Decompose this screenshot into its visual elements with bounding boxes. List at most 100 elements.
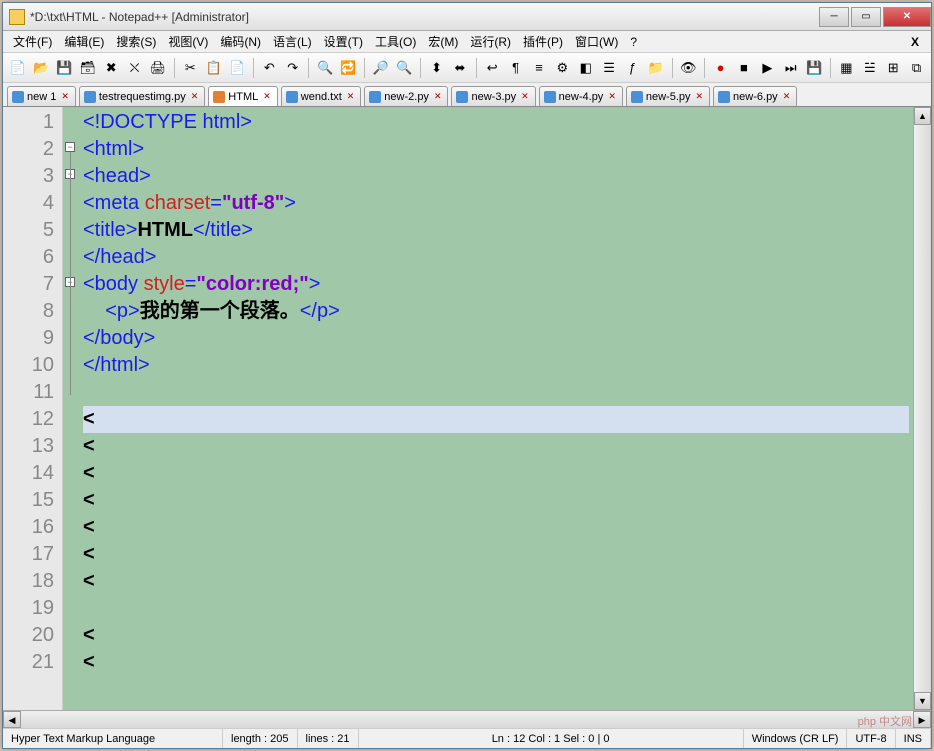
scroll-down-button[interactable]: ▼ — [914, 692, 931, 710]
open-file-button[interactable]: 📂 — [30, 57, 51, 79]
menubar-close-icon[interactable]: X — [903, 35, 927, 49]
code-line[interactable]: <body style="color:red;"> — [83, 271, 909, 298]
vertical-scrollbar[interactable]: ▲ ▼ — [913, 107, 931, 710]
tab-new-6-py[interactable]: new-6.py✕ — [713, 86, 797, 106]
tab-wend-txt[interactable]: wend.txt✕ — [281, 86, 362, 106]
tab-close-icon[interactable]: ✕ — [606, 91, 618, 102]
save-all-button[interactable]: 🗃 — [77, 57, 98, 79]
status-eol[interactable]: Windows (CR LF) — [744, 729, 848, 748]
tab-new-5-py[interactable]: new-5.py✕ — [626, 86, 710, 106]
minimize-button[interactable]: ─ — [819, 7, 849, 27]
tab-new-1[interactable]: new 1✕ — [7, 86, 76, 106]
tab-close-icon[interactable]: ✕ — [432, 91, 444, 102]
code-line[interactable] — [83, 379, 909, 406]
cut-button[interactable]: ✂ — [180, 57, 201, 79]
save-button[interactable]: 💾 — [54, 57, 75, 79]
user-lang-button[interactable]: ⚙ — [552, 57, 573, 79]
tab-close-icon[interactable]: ✕ — [694, 91, 706, 102]
play-button[interactable]: ▶ — [757, 57, 778, 79]
scroll-left-button[interactable]: ◀ — [3, 711, 21, 728]
new-file-button[interactable]: 📄 — [7, 57, 28, 79]
extra3-button[interactable]: ⊞ — [882, 57, 903, 79]
play-multi-button[interactable]: ⏭ — [780, 57, 801, 79]
code-line[interactable]: < — [83, 541, 909, 568]
doc-map-button[interactable]: ◧ — [575, 57, 596, 79]
code-line[interactable]: < — [83, 568, 909, 595]
menu-tools[interactable]: 工具(O) — [369, 31, 422, 52]
tab-close-icon[interactable]: ✕ — [345, 91, 357, 102]
code-content[interactable]: <!DOCTYPE html><html><head><meta charset… — [79, 107, 913, 710]
print-button[interactable]: 🖨 — [147, 57, 168, 79]
code-line[interactable]: </body> — [83, 325, 909, 352]
close-button[interactable]: ✕ — [883, 7, 931, 27]
code-line[interactable]: < — [83, 649, 909, 676]
monitor-button[interactable]: 👁 — [678, 57, 699, 79]
sync-v-button[interactable]: ⬍ — [426, 57, 447, 79]
scroll-up-button[interactable]: ▲ — [914, 107, 931, 125]
copy-button[interactable]: 📋 — [203, 57, 224, 79]
code-line[interactable]: <head> — [83, 163, 909, 190]
paste-button[interactable]: 📄 — [226, 57, 247, 79]
maximize-button[interactable]: ▭ — [851, 7, 881, 27]
show-all-chars-button[interactable]: ¶ — [505, 57, 526, 79]
code-line[interactable]: <!DOCTYPE html> — [83, 109, 909, 136]
menu-help[interactable]: ? — [624, 33, 643, 51]
code-line[interactable]: < — [83, 433, 909, 460]
menu-file[interactable]: 文件(F) — [7, 31, 58, 52]
fold-marker[interactable]: − — [65, 142, 75, 152]
status-insert-mode[interactable]: INS — [896, 729, 931, 748]
menu-run[interactable]: 运行(R) — [464, 31, 517, 52]
tab-new-2-py[interactable]: new-2.py✕ — [364, 86, 448, 106]
tab-new-4-py[interactable]: new-4.py✕ — [539, 86, 623, 106]
tab-close-icon[interactable]: ✕ — [261, 91, 273, 102]
code-line[interactable]: <meta charset="utf-8"> — [83, 190, 909, 217]
close-all-button[interactable]: ⛌ — [124, 57, 145, 79]
code-line[interactable]: < — [83, 406, 909, 433]
tab-close-icon[interactable]: ✕ — [781, 91, 793, 102]
code-editor[interactable]: 123456789101112131415161718192021 −−− <!… — [3, 107, 913, 710]
find-button[interactable]: 🔍 — [314, 57, 335, 79]
folder-button[interactable]: 📁 — [645, 57, 666, 79]
wordwrap-button[interactable]: ↩ — [482, 57, 503, 79]
undo-button[interactable]: ↶ — [259, 57, 280, 79]
menu-search[interactable]: 搜索(S) — [110, 31, 162, 52]
tab-close-icon[interactable]: ✕ — [189, 91, 201, 102]
code-line[interactable]: < — [83, 460, 909, 487]
function-list-button[interactable]: ƒ — [622, 57, 643, 79]
menu-settings[interactable]: 设置(T) — [318, 31, 369, 52]
titlebar[interactable]: *D:\txt\HTML - Notepad++ [Administrator]… — [3, 3, 931, 31]
menu-plugins[interactable]: 插件(P) — [517, 31, 569, 52]
tab-close-icon[interactable]: ✕ — [519, 91, 531, 102]
code-line[interactable]: <html> — [83, 136, 909, 163]
menu-language[interactable]: 语言(L) — [267, 31, 318, 52]
zoom-in-button[interactable]: 🔎 — [370, 57, 391, 79]
replace-button[interactable]: 🔁 — [338, 57, 359, 79]
zoom-out-button[interactable]: 🔍 — [394, 57, 415, 79]
code-line[interactable]: <title>HTML</title> — [83, 217, 909, 244]
tab-new-3-py[interactable]: new-3.py✕ — [451, 86, 535, 106]
horizontal-scrollbar[interactable]: ◀ ▶ — [3, 710, 931, 728]
stop-button[interactable]: ■ — [733, 57, 754, 79]
tab-testrequestimg-py[interactable]: testrequestimg.py✕ — [79, 86, 205, 106]
scroll-right-button[interactable]: ▶ — [913, 711, 931, 728]
close-file-button[interactable]: ✖ — [101, 57, 122, 79]
extra4-button[interactable]: ⧉ — [906, 57, 927, 79]
code-line[interactable]: < — [83, 514, 909, 541]
sync-h-button[interactable]: ⬌ — [449, 57, 470, 79]
tab-HTML[interactable]: HTML✕ — [208, 86, 278, 106]
record-button[interactable]: ● — [710, 57, 731, 79]
extra1-button[interactable]: ▦ — [836, 57, 857, 79]
extra2-button[interactable]: ☱ — [859, 57, 880, 79]
code-line[interactable]: </html> — [83, 352, 909, 379]
menu-view[interactable]: 视图(V) — [162, 31, 214, 52]
menu-macro[interactable]: 宏(M) — [422, 31, 464, 52]
status-encoding[interactable]: UTF-8 — [847, 729, 895, 748]
save-macro-button[interactable]: 💾 — [803, 57, 824, 79]
code-line[interactable] — [83, 595, 909, 622]
redo-button[interactable]: ↷ — [282, 57, 303, 79]
code-line[interactable]: </head> — [83, 244, 909, 271]
code-line[interactable]: <p>我的第一个段落。</p> — [83, 298, 909, 325]
code-line[interactable]: < — [83, 622, 909, 649]
menu-edit[interactable]: 编辑(E) — [58, 31, 110, 52]
code-line[interactable]: < — [83, 487, 909, 514]
